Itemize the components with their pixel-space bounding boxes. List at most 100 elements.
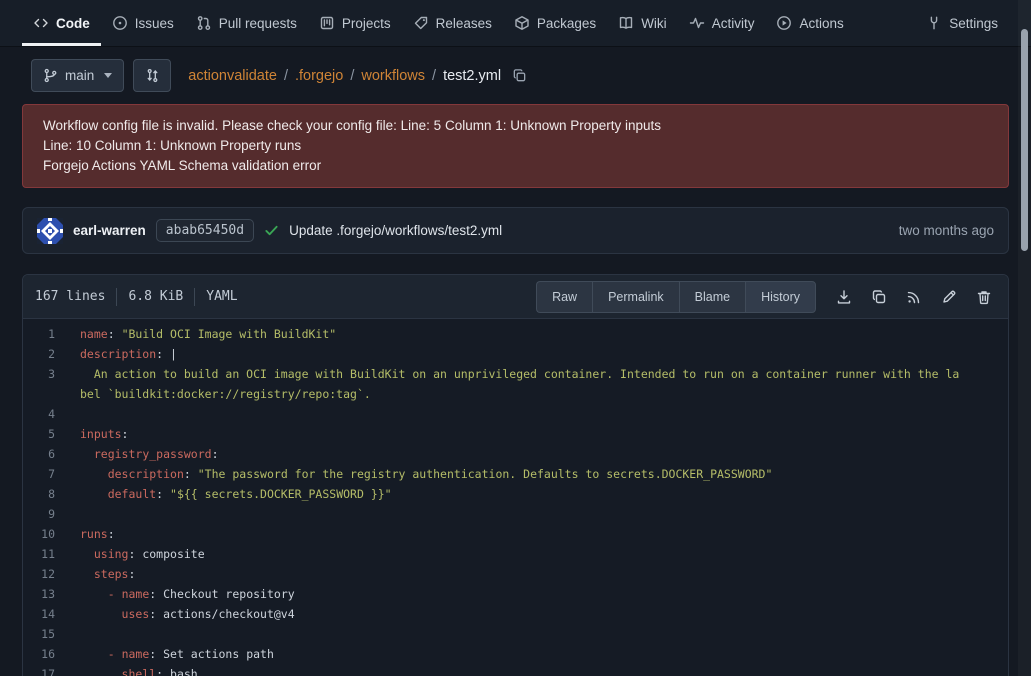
workflow-error-banner: Workflow config file is invalid. Please … bbox=[22, 104, 1009, 188]
edit-icon bbox=[941, 289, 957, 305]
line-number[interactable]: 3 bbox=[23, 364, 69, 404]
commit-message-link[interactable]: Update .forgejo/workflows/test2.yml bbox=[289, 223, 502, 238]
code-icon bbox=[33, 15, 49, 31]
code-line: 1name: "Build OCI Image with BuildKit" bbox=[23, 324, 1008, 344]
tab-issues[interactable]: Issues bbox=[101, 0, 185, 46]
rss-icon bbox=[906, 289, 922, 305]
breadcrumb-repo-link[interactable]: actionvalidate bbox=[188, 68, 277, 84]
tab-packages[interactable]: Packages bbox=[503, 0, 607, 46]
delete-file-button[interactable] bbox=[976, 289, 992, 305]
tab-pull-requests[interactable]: Pull requests bbox=[185, 0, 308, 46]
commit-time: two months ago bbox=[899, 223, 994, 238]
line-number[interactable]: 2 bbox=[23, 344, 69, 364]
line-number[interactable]: 17 bbox=[23, 664, 69, 676]
file-view-panel: 167 lines 6.8 KiB YAML Raw Permalink Bla… bbox=[22, 274, 1009, 676]
view-mode-buttons: Raw Permalink Blame History bbox=[536, 281, 816, 313]
line-content: - name: Checkout repository bbox=[69, 584, 965, 604]
tab-code[interactable]: Code bbox=[22, 0, 101, 46]
tab-projects[interactable]: Projects bbox=[308, 0, 402, 46]
error-line: Line: 10 Column 1: Unknown Property runs bbox=[43, 136, 988, 156]
commit-hash-link[interactable]: abab65450d bbox=[156, 219, 254, 242]
latest-commit-panel: earl-warren abab65450d Update .forgejo/w… bbox=[22, 207, 1009, 254]
copy-path-button[interactable] bbox=[512, 68, 527, 83]
line-number[interactable]: 11 bbox=[23, 544, 69, 564]
commit-author-link[interactable]: earl-warren bbox=[73, 223, 146, 238]
repo-tab-bar: Code Issues Pull requests Projects Relea… bbox=[0, 0, 1031, 47]
code-line: 8 default: "${{ secrets.DOCKER_PASSWORD … bbox=[23, 484, 1008, 504]
copy-file-icon bbox=[871, 289, 887, 305]
line-number[interactable]: 9 bbox=[23, 504, 69, 524]
line-number[interactable]: 15 bbox=[23, 624, 69, 644]
file-language: YAML bbox=[206, 289, 237, 304]
tab-actions[interactable]: Actions bbox=[765, 0, 854, 46]
breadcrumb-dir-link[interactable]: .forgejo bbox=[295, 68, 343, 84]
error-line: Workflow config file is invalid. Please … bbox=[43, 116, 988, 136]
code-line: 2description: | bbox=[23, 344, 1008, 364]
line-number[interactable]: 4 bbox=[23, 404, 69, 424]
tab-settings[interactable]: Settings bbox=[915, 0, 1009, 46]
copy-content-button[interactable] bbox=[871, 289, 887, 305]
tab-releases[interactable]: Releases bbox=[402, 0, 503, 46]
divider bbox=[116, 288, 117, 306]
check-icon[interactable] bbox=[264, 223, 279, 238]
code-line: 11 using: composite bbox=[23, 544, 1008, 564]
line-number[interactable]: 5 bbox=[23, 424, 69, 444]
breadcrumb-separator: / bbox=[432, 68, 436, 84]
tab-label: Actions bbox=[799, 16, 843, 31]
compare-icon bbox=[145, 68, 160, 83]
tab-label: Releases bbox=[436, 16, 492, 31]
code-line: 9 bbox=[23, 504, 1008, 524]
breadcrumb-separator: / bbox=[350, 68, 354, 84]
packages-icon bbox=[514, 15, 530, 31]
compare-button[interactable] bbox=[133, 59, 171, 92]
scrollbar-thumb[interactable] bbox=[1021, 29, 1028, 251]
line-number[interactable]: 16 bbox=[23, 644, 69, 664]
pull-request-icon bbox=[196, 15, 212, 31]
code-line: 16 - name: Set actions path bbox=[23, 644, 1008, 664]
tab-label: Packages bbox=[537, 16, 596, 31]
file-line-count: 167 lines bbox=[35, 289, 105, 304]
avatar[interactable] bbox=[37, 218, 63, 244]
tab-activity[interactable]: Activity bbox=[678, 0, 766, 46]
line-content bbox=[69, 504, 965, 524]
code-line: 14 uses: actions/checkout@v4 bbox=[23, 604, 1008, 624]
breadcrumb-dir-link[interactable]: workflows bbox=[361, 68, 425, 84]
tab-label: Code bbox=[56, 16, 90, 31]
edit-file-button[interactable] bbox=[941, 289, 957, 305]
scrollbar-track[interactable] bbox=[1018, 0, 1031, 676]
history-button[interactable]: History bbox=[745, 281, 816, 313]
file-actions bbox=[836, 289, 992, 305]
line-content: using: composite bbox=[69, 544, 965, 564]
code-line: 4 bbox=[23, 404, 1008, 424]
projects-icon bbox=[319, 15, 335, 31]
permalink-button[interactable]: Permalink bbox=[592, 281, 679, 313]
line-number[interactable]: 14 bbox=[23, 604, 69, 624]
line-number[interactable]: 7 bbox=[23, 464, 69, 484]
line-content: - name: Set actions path bbox=[69, 644, 965, 664]
line-content: name: "Build OCI Image with BuildKit" bbox=[69, 324, 965, 344]
line-number[interactable]: 1 bbox=[23, 324, 69, 344]
forgejo-repo-file-page: Code Issues Pull requests Projects Relea… bbox=[0, 0, 1031, 676]
line-content: inputs: bbox=[69, 424, 965, 444]
download-button[interactable] bbox=[836, 289, 852, 305]
raw-button[interactable]: Raw bbox=[536, 281, 592, 313]
file-meta: 167 lines 6.8 KiB YAML bbox=[35, 288, 238, 306]
settings-icon bbox=[926, 15, 942, 31]
error-line: Forgejo Actions YAML Schema validation e… bbox=[43, 156, 988, 176]
line-number[interactable]: 13 bbox=[23, 584, 69, 604]
blame-button[interactable]: Blame bbox=[679, 281, 745, 313]
line-content bbox=[69, 404, 965, 424]
tab-label: Settings bbox=[949, 16, 998, 31]
code-line: 12 steps: bbox=[23, 564, 1008, 584]
line-number[interactable]: 12 bbox=[23, 564, 69, 584]
branch-name: main bbox=[65, 68, 94, 83]
tab-wiki[interactable]: Wiki bbox=[607, 0, 678, 46]
line-content: An action to build an OCI image with Bui… bbox=[69, 364, 965, 404]
line-number[interactable]: 8 bbox=[23, 484, 69, 504]
breadcrumb-separator: / bbox=[284, 68, 288, 84]
rss-feed-button[interactable] bbox=[906, 289, 922, 305]
line-number[interactable]: 10 bbox=[23, 524, 69, 544]
actions-icon bbox=[776, 15, 792, 31]
branch-selector-button[interactable]: main bbox=[31, 59, 124, 92]
line-number[interactable]: 6 bbox=[23, 444, 69, 464]
